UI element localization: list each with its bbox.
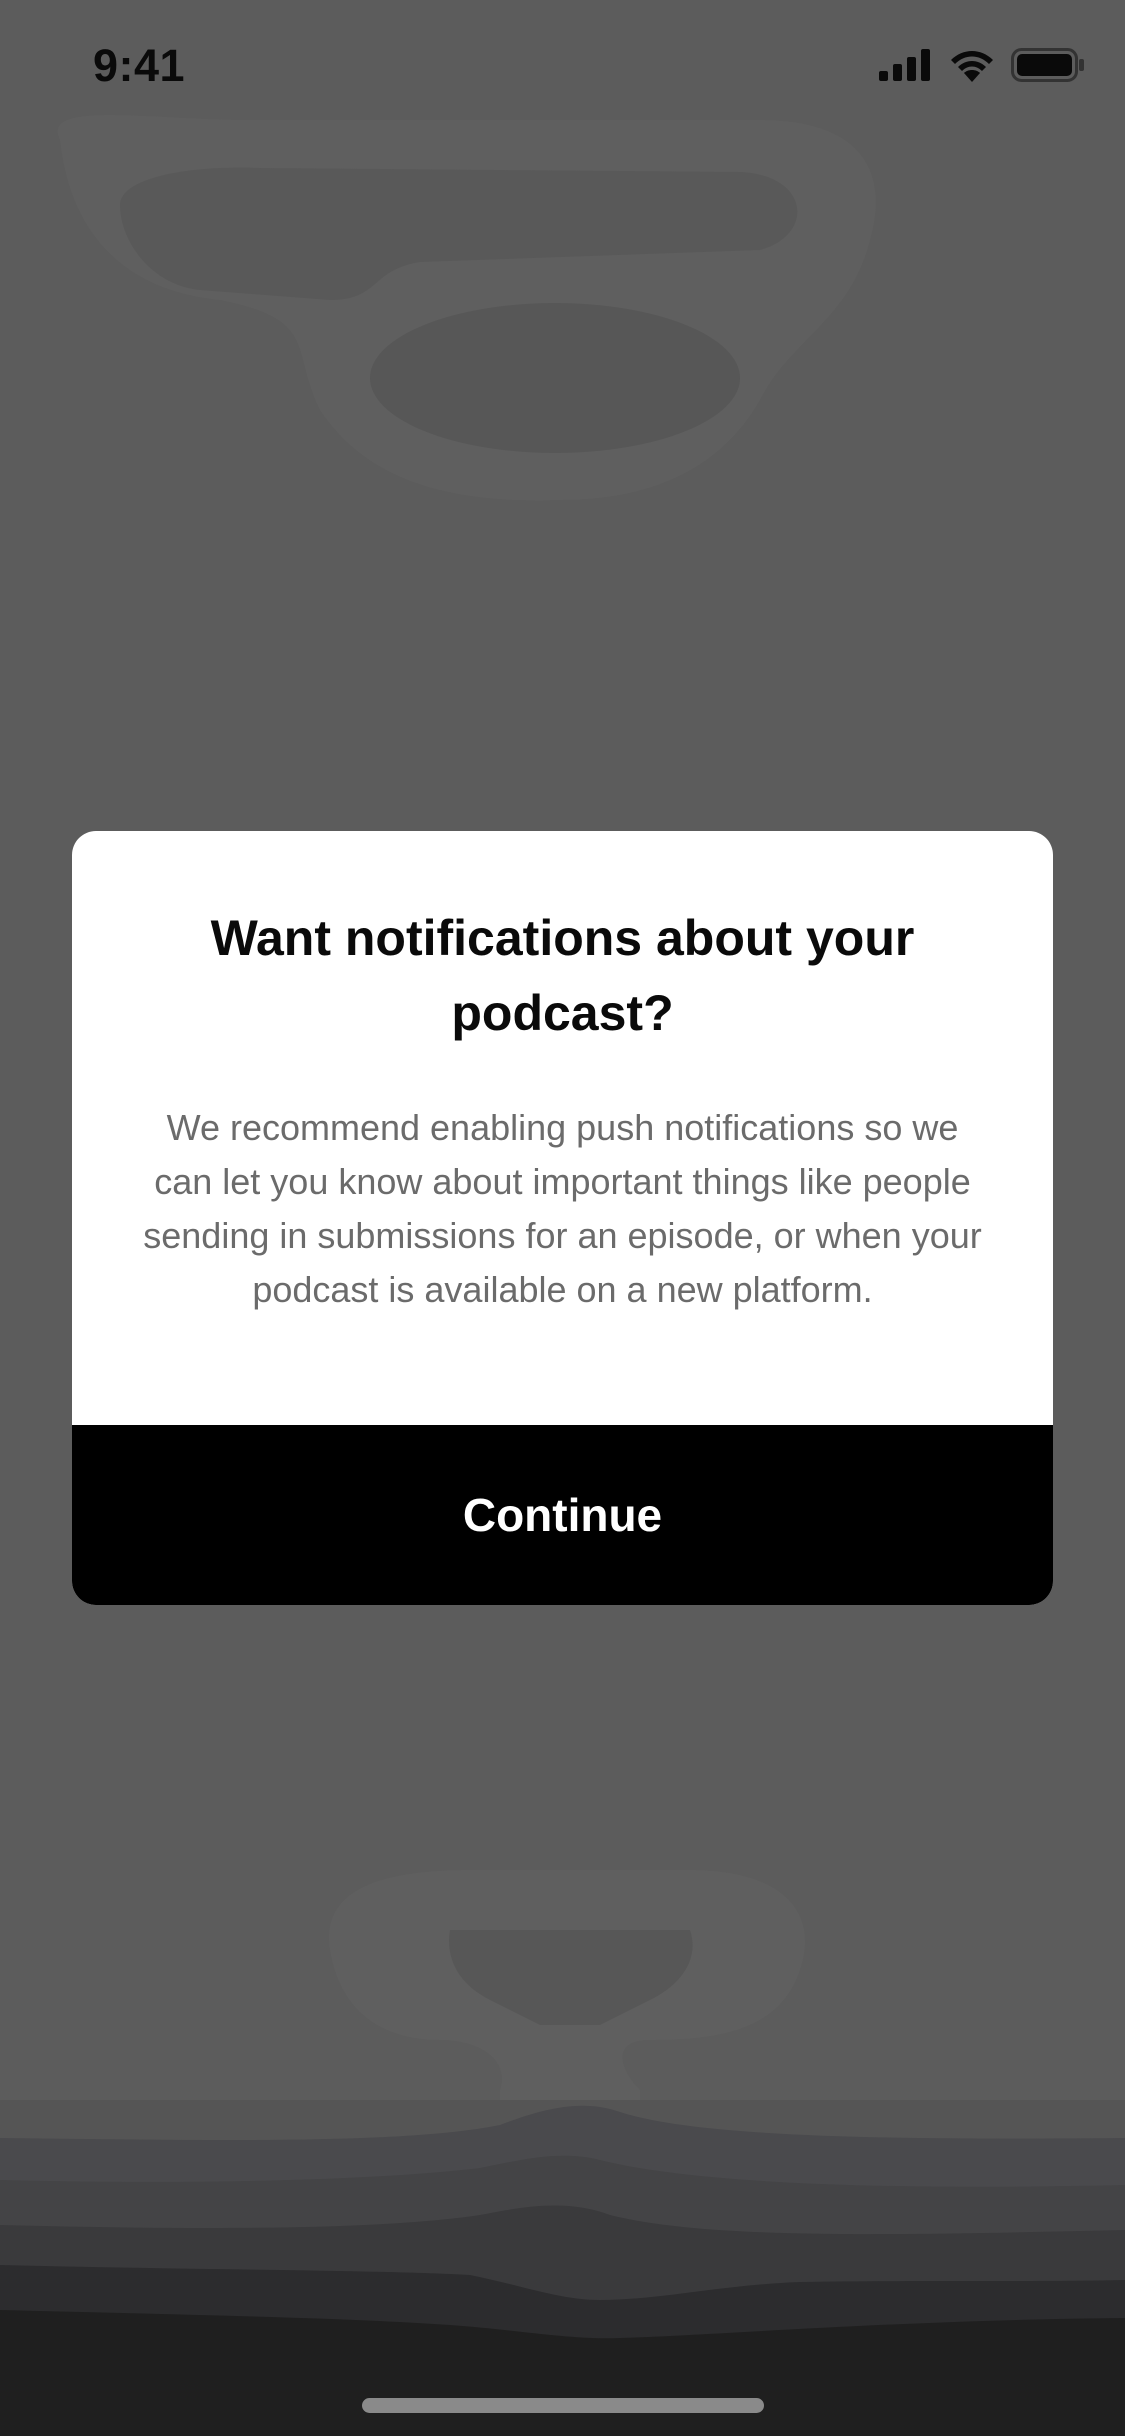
cellular-signal-icon [879,49,930,81]
home-indicator[interactable] [362,2398,764,2413]
notification-permission-dialog: Want notifications about your podcast? W… [72,831,1053,1605]
status-icons [879,48,1085,82]
dialog-title: Want notifications about your podcast? [210,910,915,1041]
status-bar: 9:41 [0,0,1125,140]
dialog-message: We recommend enabling push notifications… [143,1107,982,1310]
status-time: 9:41 [93,40,186,91]
wifi-icon [951,51,993,82]
screen: 9:41 Want notifications about your podca… [0,0,1125,2436]
continue-button[interactable]: Continue [72,1425,1053,1605]
battery-icon [1011,48,1084,82]
